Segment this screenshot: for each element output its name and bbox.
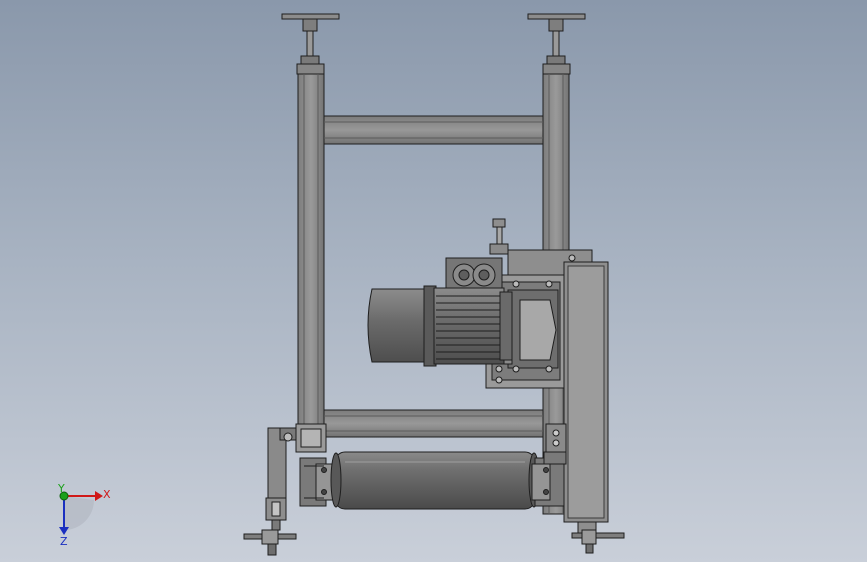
roller-drum [299,451,566,510]
tension-adjuster [489,218,509,255]
electric-motor [367,285,513,367]
right-leveling-foot [527,13,586,75]
z-axis-label: Z [60,535,68,548]
x-axis-label: X [103,488,111,501]
lower-cross-beam [323,409,544,438]
y-axis-label: Y [57,482,65,495]
motor-terminal-box [445,257,503,293]
upper-cross-beam [323,115,544,145]
left-leveling-foot [281,13,340,75]
axis-triad[interactable]: X Y Z [57,482,111,548]
assembly-model[interactable]: X Y Z [0,0,867,562]
right-lower-foot [571,519,625,554]
left-frame-column [297,73,325,431]
cad-viewport[interactable]: X Y Z [0,0,867,562]
